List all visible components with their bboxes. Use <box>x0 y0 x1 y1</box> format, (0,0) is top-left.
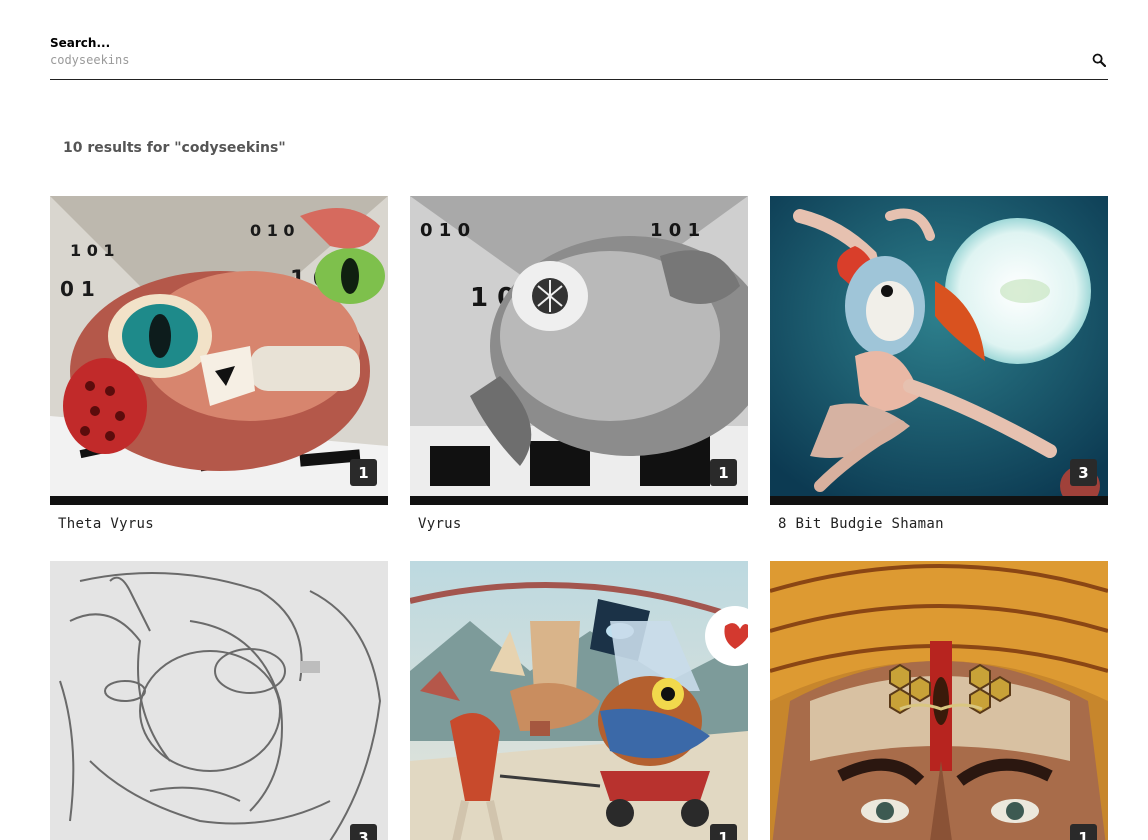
thumbnail-bar <box>770 496 1108 505</box>
artwork-image <box>50 561 388 840</box>
image-count-badge: 3 <box>350 824 377 840</box>
search-bar: Search... <box>50 36 1108 80</box>
image-count-badge: 1 <box>1070 824 1097 840</box>
image-count-badge: 1 <box>350 459 377 486</box>
thumbnail-bar <box>50 496 388 505</box>
artwork-thumbnail[interactable]: 3 <box>770 196 1108 496</box>
artwork-image <box>770 561 1108 840</box>
artwork-title[interactable]: Theta Vyrus <box>50 516 388 532</box>
thumbnail-bar <box>410 496 748 505</box>
artwork-card[interactable]: 3 8 Bit Budgie Shaman <box>770 196 1108 532</box>
search-input[interactable] <box>50 51 1070 69</box>
artwork-card[interactable]: 1 <box>770 561 1108 840</box>
svg-text:0 1 0: 0 1 0 <box>250 221 295 240</box>
artwork-card[interactable]: 1 <box>410 561 748 840</box>
artwork-thumbnail[interactable]: 0 1 0 1 0 1 0 1 1 <box>410 196 748 496</box>
artwork-card[interactable]: 1 0 1 0 1 0 1 0 1 0 1 Theta Vyrus <box>50 196 388 532</box>
search-button[interactable] <box>1090 52 1108 70</box>
svg-text:1 0 1: 1 0 1 <box>650 220 700 241</box>
artwork-card[interactable]: 0 1 0 1 0 1 0 1 1 Vyrus <box>410 196 748 532</box>
search-label: Search... <box>50 36 111 50</box>
artwork-thumbnail[interactable]: 1 0 1 0 1 0 1 0 1 0 1 <box>50 196 388 496</box>
artwork-image <box>770 196 1108 496</box>
artwork-title[interactable]: Vyrus <box>410 516 748 532</box>
image-count-badge: 3 <box>1070 459 1097 486</box>
search-results-page: Search... 10 results for "codyseekins" 1… <box>0 0 1148 840</box>
svg-text:0 1 0: 0 1 0 <box>420 220 470 241</box>
image-count-badge: 1 <box>710 459 737 486</box>
svg-text:1 0 1: 1 0 1 <box>70 241 115 260</box>
results-count: 10 results for "codyseekins" <box>63 140 286 156</box>
artwork-thumbnail[interactable]: 1 <box>770 561 1108 840</box>
image-count-badge: 1 <box>710 824 737 840</box>
svg-text:0 1: 0 1 <box>60 277 95 301</box>
artwork-image: 1 0 1 0 1 0 1 0 1 0 <box>50 196 388 496</box>
artwork-card[interactable]: 3 <box>50 561 388 840</box>
artwork-thumbnail[interactable]: 3 <box>50 561 388 840</box>
artwork-title[interactable]: 8 Bit Budgie Shaman <box>770 516 1108 532</box>
search-icon <box>1092 52 1107 71</box>
artwork-image: 0 1 0 1 0 1 0 1 <box>410 196 748 496</box>
artwork-image <box>410 561 748 840</box>
artwork-thumbnail[interactable]: 1 <box>410 561 748 840</box>
